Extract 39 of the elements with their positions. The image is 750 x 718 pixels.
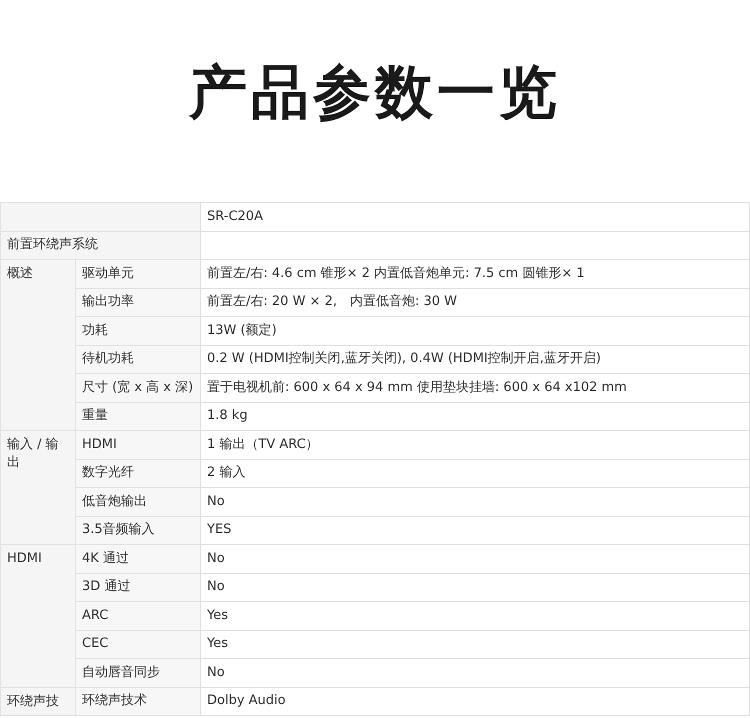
spec-label: ARC [76,602,200,630]
model-name: SR-C20A [200,202,750,231]
spec-value: 前置左/右: 20 W × 2, 内置低音炮: 30 W [200,288,750,316]
spec-label: 功耗 [76,316,200,345]
spec-value: 前置左/右: 4.6 cm 锥形× 2 内置低音炮单元: 7.5 cm 圆锥形× 1 [200,260,750,288]
spec-value: No [200,488,750,516]
spec-label: CEC [76,630,200,658]
spec-label: 自动唇音同步 [76,658,200,687]
spec-label: 重量 [76,402,200,430]
spec-label: 4K 通过 [76,544,200,573]
spec-label: 低音炮输出 [76,488,200,516]
spec-label: HDMI [76,430,200,459]
spec-label: 驱动单元 [76,260,200,288]
spec-value: Yes [200,602,750,630]
spec-value: Yes [200,630,750,658]
spec-value: 2 输入 [200,459,750,488]
spec-label: 输出功率 [76,288,200,316]
group-label: 概述 [0,260,76,430]
spec-value: Dolby Audio [200,687,750,716]
spec-value: 1.8 kg [200,402,750,430]
spec-label: 尺寸 (宽 x 高 x 深) [76,374,200,402]
spec-label: 环绕声技术 [76,687,200,716]
spec-value: 0.2 W (HDMI控制关闭,蓝牙关闭), 0.4W (HDMI控制开启,蓝牙开启) [200,345,750,374]
spec-value: 1 输出（TV ARC） [200,430,750,459]
spec-label: 3D 通过 [76,573,200,602]
group-label: 环绕声技 [0,687,76,716]
spec-label: 3.5音频输入 [76,516,200,544]
page-title: 产品参数一览 [189,58,561,128]
spec-value: No [200,658,750,687]
spec-value: No [200,573,750,602]
spec-value: 置于电视机前: 600 x 64 x 94 mm 使用垫块挂墙: 600 x 64 x102 mm [200,374,750,402]
spec-value: No [200,544,750,573]
spec-value: 13W (额定) [200,316,750,345]
section-heading: 前置环绕声系统 [0,231,200,260]
spec-value: YES [200,516,750,544]
group-label: 输入 / 输出 [0,430,76,544]
spec-label: 数字光纤 [76,459,200,488]
group-label: HDMI [0,544,76,687]
spec-label: 待机功耗 [76,345,200,374]
